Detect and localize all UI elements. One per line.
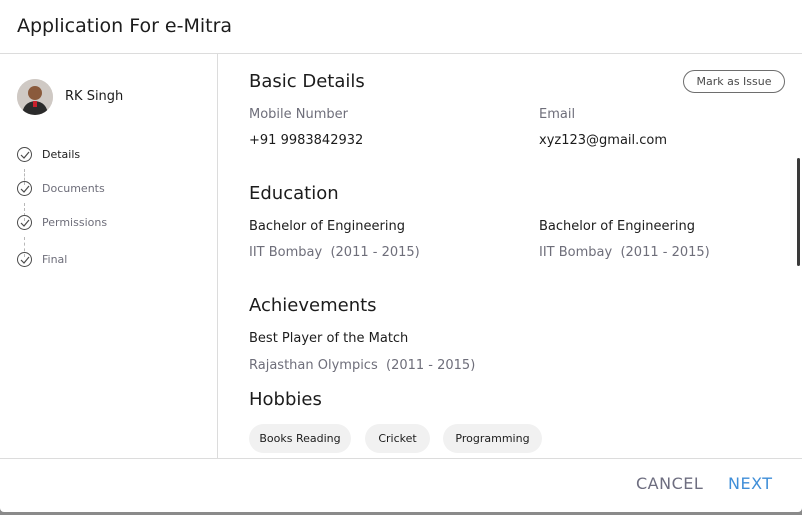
user-name: RK Singh [65,89,124,104]
achievement-title: Best Player of the Match [249,331,409,346]
step-details[interactable]: Details [17,146,80,162]
mark-as-issue-button[interactable]: Mark as Issue [683,70,785,93]
check-circle-icon [17,251,32,267]
basic-details-heading: Basic Details [249,71,365,92]
check-circle-icon [17,146,32,162]
content-scrollbar[interactable] [797,158,800,266]
dialog-title: Application For e-Mitra [17,15,233,37]
step-label: Final [42,252,68,266]
application-dialog: Application For e-Mitra RK Singh Details [0,0,802,512]
mobile-value: +91 9983842932 [249,133,364,148]
education-institute: IIT Bombay (2011 - 2015) [539,245,710,260]
achievements-heading: Achievements [249,295,377,316]
dialog-header: Application For e-Mitra [0,0,802,54]
details-content: Basic Details Mark as Issue Mobile Numbe… [219,54,802,458]
next-button[interactable]: NEXT [728,474,773,493]
hobby-chip: Books Reading [249,424,351,453]
step-permissions[interactable]: Permissions [17,214,107,230]
achievement-event: Rajasthan Olympics (2011 - 2015) [249,358,476,373]
step-final[interactable]: Final [17,251,67,267]
email-value: xyz123@gmail.com [539,133,668,148]
sidebar: RK Singh Details Documents Permissions F… [0,54,218,458]
education-degree: Bachelor of Engineering [249,219,405,234]
hobby-chip: Programming [443,424,542,453]
check-circle-icon [17,180,32,196]
education-institute: IIT Bombay (2011 - 2015) [249,245,420,260]
step-label: Documents [42,181,105,195]
dialog-footer: CANCEL NEXT [0,458,802,512]
education-heading: Education [249,183,339,204]
step-label: Permissions [42,215,108,229]
education-degree: Bachelor of Engineering [539,219,695,234]
email-label: Email [539,107,576,122]
step-documents[interactable]: Documents [17,180,105,196]
hobby-chip: Cricket [365,424,430,453]
mobile-label: Mobile Number [249,107,348,122]
check-circle-icon [17,214,32,230]
avatar [17,79,53,115]
hobbies-heading: Hobbies [249,389,322,410]
step-label: Details [42,147,81,161]
cancel-button[interactable]: CANCEL [636,474,703,493]
